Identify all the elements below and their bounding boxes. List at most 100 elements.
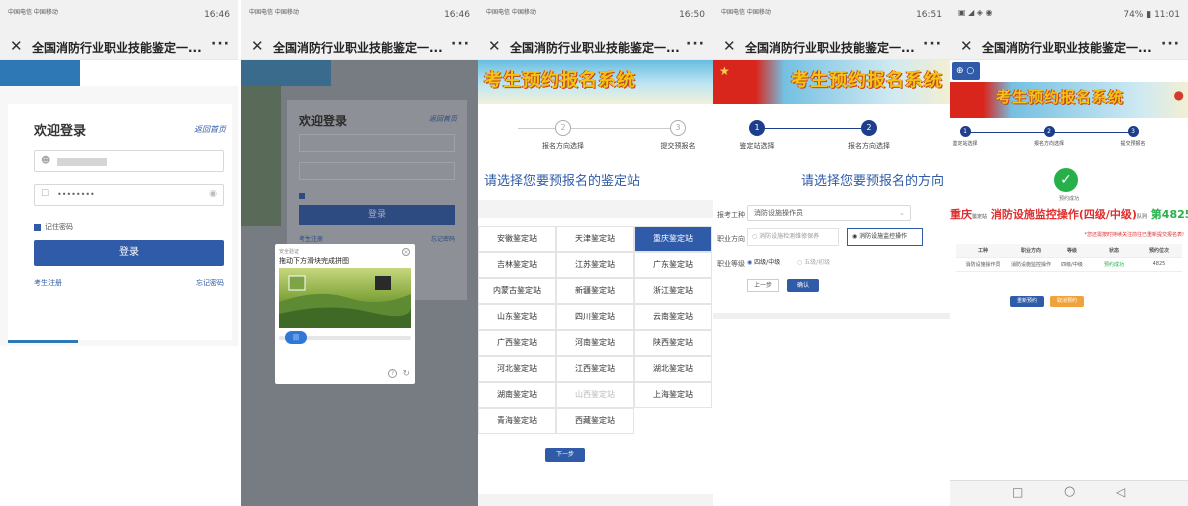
level-option-1[interactable]: ◉ 四级/中级 <box>747 257 780 266</box>
refresh-icon[interactable]: ↻ <box>402 369 410 379</box>
banner: 考生预约报名系统 ● <box>950 82 1188 118</box>
password-mask: •••••••• <box>57 190 95 199</box>
level-option-2[interactable]: ○ 五级/初级 <box>797 257 830 266</box>
rebook-button[interactable]: 重新预约 <box>1010 296 1044 307</box>
dir-option-1-label: 消防设施检测维修保养 <box>759 233 820 240</box>
cancel-booking-button[interactable]: 取消预约 <box>1050 296 1084 307</box>
close-icon[interactable]: ✕ <box>10 37 23 55</box>
page-title: 全国消防行业职业技能鉴定一... <box>745 41 915 55</box>
step-3-circle: 3 <box>670 120 686 136</box>
result-small2: 队列 <box>1136 214 1147 220</box>
station-cell: 山西鉴定站 <box>556 382 634 408</box>
back-home-link[interactable]: 返回首页 <box>194 124 226 135</box>
status-time: 16:50 <box>679 10 705 20</box>
station-cell[interactable]: 广东鉴定站 <box>634 252 712 278</box>
station-cell[interactable]: 天津鉴定站 <box>556 226 634 252</box>
result-city: 重庆 <box>950 208 972 221</box>
station-cell[interactable]: 广西鉴定站 <box>478 330 556 356</box>
close-icon[interactable]: ✕ <box>251 37 264 55</box>
carrier-text: 中国电信 中国移动 <box>8 9 58 16</box>
slider-handle[interactable]: ||| <box>285 331 307 344</box>
more-icon[interactable]: ··· <box>923 36 942 52</box>
status-bar: 中国电信 中国移动 16:51 <box>713 0 950 32</box>
banner: ★ 考生预约报名系统 <box>713 60 950 104</box>
station-cell[interactable]: 西藏鉴定站 <box>556 408 634 434</box>
station-cell[interactable]: 青海鉴定站 <box>478 408 556 434</box>
dir-option-1[interactable]: ○ 消防设施检测维修保养 <box>747 228 839 246</box>
register-link[interactable]: 考生注册 <box>34 278 62 288</box>
station-cell[interactable]: 山东鉴定站 <box>478 304 556 330</box>
forgot-link[interactable]: 忘记密码 <box>196 278 224 288</box>
remember-label: 记住密码 <box>45 223 73 231</box>
eye-icon[interactable]: ◉ <box>209 189 217 199</box>
title-bar: ✕ 全国消防行业职业技能鉴定一... ··· <box>713 32 950 60</box>
username-field[interactable]: ☻ <box>34 150 224 172</box>
remember-row[interactable]: 记住密码 <box>34 222 73 232</box>
step-2-label: 报名方向选择 <box>542 142 584 150</box>
station-cell[interactable]: 新疆鉴定站 <box>556 278 634 304</box>
station-cell[interactable]: 河南鉴定站 <box>556 330 634 356</box>
station-cell[interactable]: 陕西鉴定站 <box>634 330 712 356</box>
back-home-link: 返回首页 <box>429 115 457 123</box>
status-bar: 中国电信 中国移动 16:50 <box>478 0 713 32</box>
status-bar: 中国电信 中国移动 16:46 <box>0 0 238 32</box>
close-icon[interactable]: ✕ <box>488 37 501 55</box>
chevron-down-icon: ⌄ <box>899 209 905 217</box>
password-field[interactable]: ☐ •••••••• ◉ <box>34 184 224 206</box>
confirm-button[interactable]: 确认 <box>787 279 819 292</box>
step-1-circle: 1 <box>959 126 971 137</box>
station-cell[interactable]: 上海鉴定站 <box>634 382 712 408</box>
banner: 考生预约报名系统 <box>478 60 713 104</box>
station-cell[interactable]: 河北鉴定站 <box>478 356 556 382</box>
table-cell: 四级/中级 <box>1061 262 1083 268</box>
station-cell[interactable]: 云南鉴定站 <box>634 304 712 330</box>
close-icon[interactable]: ✕ <box>960 37 973 55</box>
more-icon[interactable]: ··· <box>686 36 705 52</box>
help-icon[interactable]: ? <box>388 369 397 378</box>
next-button[interactable]: 下一步 <box>545 448 585 462</box>
station-cell[interactable]: 湖北鉴定站 <box>634 356 712 382</box>
station-cell[interactable]: 安徽鉴定站 <box>478 226 556 252</box>
station-cell[interactable]: 江西鉴定站 <box>556 356 634 382</box>
station-cell[interactable]: 江苏鉴定站 <box>556 252 634 278</box>
level-option-1-label: 四级/中级 <box>754 259 781 266</box>
login-button[interactable]: 登录 <box>34 240 224 266</box>
step-1-label: 鉴定站选择 <box>952 141 978 147</box>
dir-option-2[interactable]: ◉ 消防设施监控操作 <box>847 228 923 246</box>
header-band <box>0 60 238 86</box>
result-job: 消防设施监控操作(四级/中级) <box>990 208 1137 221</box>
station-cell[interactable]: 四川鉴定站 <box>556 304 634 330</box>
login-heading: 欢迎登录 <box>34 124 87 139</box>
job-select[interactable]: 消防设施操作员 ⌄ <box>747 205 911 221</box>
banner-title: 考生预约报名系统 <box>791 70 943 91</box>
remember-checkbox[interactable] <box>34 223 41 231</box>
job-value: 消防设施操作员 <box>754 209 803 217</box>
station-cell[interactable]: 内蒙古鉴定站 <box>478 278 556 304</box>
title-bar: ✕ 全国消防行业职业技能鉴定一... ··· <box>241 32 478 60</box>
job-label: 报考工种 <box>717 211 745 219</box>
station-cell[interactable]: 吉林鉴定站 <box>478 252 556 278</box>
home-icon[interactable]: ○ <box>1064 484 1075 499</box>
prev-button[interactable]: 上一步 <box>747 279 779 292</box>
step-indicator: 2 报名方向选择 3 提交预报名 <box>478 120 713 160</box>
more-icon[interactable]: ··· <box>451 36 470 52</box>
level-label: 职业等级 <box>717 260 745 268</box>
close-icon[interactable]: ✕ <box>723 37 736 55</box>
table-cell: 4825 <box>1152 261 1166 267</box>
step-3-label: 提交预报名 <box>660 142 696 150</box>
station-cell[interactable]: 重庆鉴定站 <box>634 226 712 252</box>
status-bar: 中国电信 中国移动 16:46 <box>241 0 478 32</box>
page-title: 全国消防行业职业技能鉴定一... <box>510 41 680 55</box>
step-2-circle: 2 <box>1043 126 1055 137</box>
station-cell[interactable]: 湖南鉴定站 <box>478 382 556 408</box>
close-icon[interactable]: × <box>402 248 410 256</box>
back-icon[interactable]: ◁ <box>1116 485 1125 499</box>
more-icon[interactable]: ··· <box>1161 36 1180 52</box>
more-icon[interactable]: ··· <box>211 36 230 52</box>
title-bar: ✕ 全国消防行业职业技能鉴定一... ··· <box>950 32 1188 60</box>
station-cell[interactable]: 浙江鉴定站 <box>634 278 712 304</box>
carrier-text: 中国电信 中国移动 <box>721 9 771 16</box>
step-indicator: 1 鉴定站选择 2 报名方向选择 <box>713 120 950 160</box>
carrier-text: 中国电信 中国移动 <box>249 9 299 16</box>
recent-apps-icon[interactable]: □ <box>1012 485 1023 499</box>
